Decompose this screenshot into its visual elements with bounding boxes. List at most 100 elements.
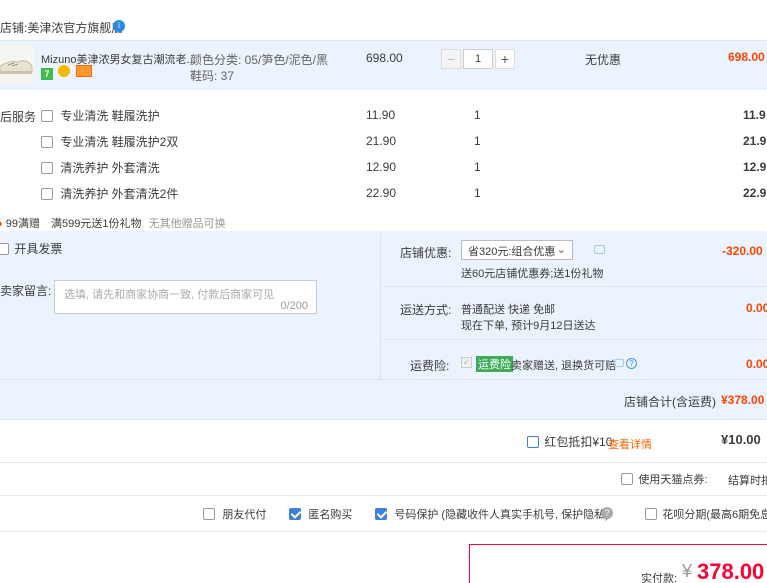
shop-discount-label: 店铺优惠: bbox=[400, 246, 452, 260]
option-number-protect[interactable]: 号码保护 (隐藏收件人真实手机号, 保护隐私) bbox=[375, 506, 609, 522]
service-row[interactable]: 专业清洗 鞋履洗护 bbox=[41, 107, 160, 124]
services-label: 售后服务 bbox=[0, 110, 37, 124]
insurance-checkbox[interactable]: ✓ bbox=[461, 357, 472, 368]
payment-label: 实付款: bbox=[641, 573, 678, 583]
message-field[interactable]: 选填, 请先和商家协商一致, 付款后商家可见 0/200 bbox=[54, 280, 317, 314]
service-qty: 1 bbox=[474, 134, 481, 148]
item-tags: 7 bbox=[41, 65, 92, 80]
option-friend-pay[interactable]: 朋友代付 bbox=[203, 506, 266, 522]
gift-text: 满599元送1份礼物 bbox=[51, 218, 142, 230]
order-options-panel bbox=[0, 231, 767, 419]
insurance-badge: 运费险 bbox=[476, 356, 513, 372]
chat-bubble-icon[interactable] bbox=[614, 359, 624, 367]
insurance-text: 卖家赠送, 退换货可赔 bbox=[511, 360, 617, 372]
gift-line: ● 99满赠 满599元送1份礼物 无其他赠品可换 bbox=[0, 215, 226, 231]
help-icon[interactable]: ? bbox=[601, 507, 613, 519]
service-row[interactable]: 清洗养护 外套清洗2件 bbox=[41, 185, 178, 202]
shipping-eta: 现在下单, 预计9月12日送达 bbox=[461, 320, 596, 332]
invoice-checkbox[interactable] bbox=[0, 242, 9, 255]
option-huabei[interactable]: 花呗分期(最高6期免息) bbox=[645, 506, 767, 522]
service-name: 专业清洗 鞋履洗护2双 bbox=[60, 135, 179, 149]
payment-amount: 378.00 bbox=[697, 559, 765, 583]
item-discount: 无优惠 bbox=[585, 53, 622, 67]
shop-total-label: 店铺合计(含运费) bbox=[624, 395, 716, 409]
insurance-amount: 0.00 bbox=[746, 357, 767, 371]
shop-discount-value: 省320元:组合优惠 bbox=[468, 246, 556, 258]
sku-color: 颜色分类: 05/笋色/泥色/黑 bbox=[190, 53, 329, 67]
red-packet-checkbox[interactable] bbox=[527, 435, 539, 448]
insurance-label: 运费险: bbox=[410, 359, 450, 373]
gift-icon: ● bbox=[0, 218, 3, 230]
shop-header: 店铺:美津浓官方旗舰店 bbox=[0, 19, 123, 36]
service-total: 22.9 bbox=[743, 186, 767, 200]
message-placeholder: 选填, 请先和商家协商一致, 付款后商家可见 bbox=[64, 289, 275, 301]
service-row[interactable]: 专业清洗 鞋履洗护2双 bbox=[41, 133, 178, 150]
shipping-amount: 0.00 bbox=[746, 301, 767, 315]
service-total: 11.9 bbox=[743, 108, 766, 122]
shop-discount-amount: -320.00 bbox=[722, 244, 763, 258]
shop-discount-select[interactable]: 省320元:组合优惠 ⌄ bbox=[461, 240, 573, 260]
sku-size: 鞋码: 37 bbox=[190, 69, 235, 83]
chat-icon[interactable]: i bbox=[113, 20, 125, 32]
number-protect-label: 号码保护 (隐藏收件人真实手机号, 保护隐私) bbox=[394, 509, 609, 521]
anonymous-checkbox[interactable] bbox=[289, 508, 301, 520]
tmall-points-settle: 结算时扣 bbox=[728, 475, 767, 487]
shipping-label: 运送方式: bbox=[400, 303, 452, 317]
message-label: 给卖家留言: bbox=[0, 284, 52, 298]
red-packet-option[interactable]: 红包抵扣¥10 bbox=[527, 433, 612, 450]
shipping-method: 普通配送 快递 免邮 bbox=[461, 304, 556, 316]
card-icon bbox=[75, 65, 92, 77]
invoice-label: 开具发票 bbox=[14, 242, 63, 256]
quantity-stepper: − 1 + bbox=[441, 49, 517, 69]
message-counter: 0/200 bbox=[280, 300, 308, 312]
service-price: 21.90 bbox=[366, 134, 397, 148]
friend-pay-checkbox[interactable] bbox=[203, 508, 215, 520]
plus-button[interactable]: + bbox=[495, 49, 515, 69]
service-price: 22.90 bbox=[366, 186, 397, 200]
gift-tag: 99满赠 bbox=[5, 218, 40, 230]
badge-icon bbox=[58, 65, 71, 77]
minus-button[interactable]: − bbox=[441, 49, 461, 69]
tmall-points-option[interactable]: 使用天猫点券: bbox=[621, 471, 707, 487]
quantity-input[interactable]: 1 bbox=[463, 49, 493, 69]
gift-note: 无其他赠品可换 bbox=[148, 218, 226, 230]
service-checkbox[interactable] bbox=[41, 161, 53, 174]
item-price: 698.00 bbox=[366, 51, 403, 65]
item-subtotal: 698.00 bbox=[728, 50, 765, 64]
service-name: 清洗养护 外套清洗2件 bbox=[60, 187, 179, 201]
service-total: 21.9 bbox=[743, 134, 767, 148]
service-name: 专业清洗 鞋履洗护 bbox=[60, 109, 160, 123]
shop-prefix: 店铺: bbox=[0, 21, 28, 35]
service-name: 清洗养护 外套清洗 bbox=[60, 161, 160, 175]
tmall-points-label: 使用天猫点券: bbox=[638, 474, 708, 486]
service-qty: 1 bbox=[474, 160, 481, 174]
anonymous-label: 匿名购买 bbox=[308, 509, 353, 521]
red-packet-link[interactable]: 查看详情 bbox=[608, 436, 652, 452]
service-checkbox[interactable] bbox=[41, 109, 53, 122]
service-total: 12.9 bbox=[743, 160, 767, 174]
product-image[interactable] bbox=[0, 44, 34, 84]
chat-bubble-icon[interactable] bbox=[594, 245, 605, 254]
shop-total-amount: ¥378.00 bbox=[721, 393, 765, 407]
help-icon[interactable]: ? bbox=[626, 358, 637, 369]
huabei-checkbox[interactable] bbox=[645, 508, 657, 520]
service-price: 11.90 bbox=[366, 108, 396, 122]
shop-name[interactable]: 美津浓官方旗舰店 bbox=[27, 21, 123, 35]
service-price: 12.90 bbox=[366, 160, 397, 174]
option-anonymous[interactable]: 匿名购买 bbox=[289, 506, 352, 522]
service-row[interactable]: 清洗养护 外套清洗 bbox=[41, 159, 160, 176]
huabei-label: 花呗分期(最高6期免息) bbox=[662, 509, 767, 521]
invoice-option[interactable]: 开具发票 bbox=[0, 240, 62, 257]
service-qty: 1 bbox=[474, 108, 481, 122]
tmall-points-checkbox[interactable] bbox=[621, 473, 633, 485]
number-protect-checkbox[interactable] bbox=[375, 508, 387, 520]
red-packet-amount: ¥10.00 bbox=[721, 432, 761, 447]
service-checkbox[interactable] bbox=[41, 135, 53, 148]
service-qty: 1 bbox=[474, 186, 481, 200]
friend-pay-label: 朋友代付 bbox=[222, 509, 267, 521]
shop-discount-desc: 送60元店铺优惠券;送1份礼物 bbox=[461, 268, 604, 280]
service-checkbox[interactable] bbox=[41, 187, 53, 200]
tag-7-icon: 7 bbox=[41, 68, 53, 80]
chevron-down-icon: ⌄ bbox=[556, 244, 566, 256]
red-packet-label: 红包抵扣¥10 bbox=[544, 435, 613, 449]
